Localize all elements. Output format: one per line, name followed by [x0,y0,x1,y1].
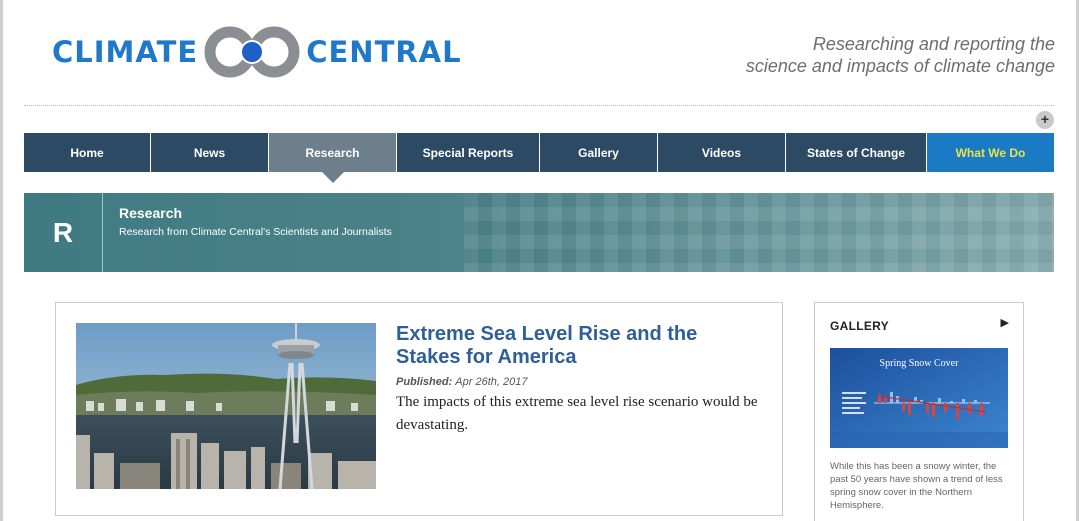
page-border-left [0,0,3,521]
gallery-caption: While this has been a snowy winter, the … [830,461,1003,511]
article-summary: The impacts of this extreme sea level ri… [396,394,758,433]
banner-pattern [464,193,1054,272]
gallery-image-title: Spring Snow Cover [880,358,960,369]
nav-item-states-of-change[interactable]: States of Change [786,133,927,172]
published-label: Published: [396,376,453,388]
nav-item-news[interactable]: News [151,133,269,172]
nav-item-what-we-do[interactable]: What We Do [927,133,1054,172]
section-title: Research [119,205,183,221]
article-thumbnail[interactable] [76,323,376,489]
nav-item-home[interactable]: Home [24,133,151,172]
gallery-thumbnail[interactable]: Spring Snow Cover [830,348,1008,448]
featured-article-card: Extreme Sea Level Rise and the Stakes fo… [55,302,783,516]
nav-item-videos[interactable]: Videos [658,133,786,172]
gallery-widget: GALLERY ▶ Spring Snow Cover While this h… [814,302,1024,521]
section-letter: R [24,193,103,272]
space-needle-image [76,323,376,489]
article-title-link[interactable]: Extreme Sea Level Rise and the Stakes fo… [396,323,756,369]
gallery-next-arrow-icon[interactable]: ▶ [1001,316,1009,329]
logo-rings-icon [204,26,300,78]
gallery-heading: GALLERY [830,319,889,333]
site-logo[interactable]: CLIMATE CENTRAL [52,26,462,78]
section-subtitle: Research from Climate Central's Scientis… [119,226,392,238]
tagline-line-2: science and impacts of climate change [745,56,1055,76]
snow-cover-chart-image: Spring Snow Cover [830,348,1008,448]
published-date: Apr 26th, 2017 [455,376,528,388]
nav-item-special-reports[interactable]: Special Reports [397,133,540,172]
article-meta: Published: Apr 26th, 2017 [396,376,527,388]
header-divider [24,105,1054,106]
tagline-line-1: Researching and reporting the [812,34,1055,54]
nav-item-research[interactable]: Research [269,133,397,183]
logo-word-climate: CLIMATE [52,35,199,69]
site-tagline: Researching and reporting the science an… [746,33,1055,77]
main-nav: Home News Research Special Reports Galle… [24,133,1054,183]
section-banner: R Research Research from Climate Central… [24,193,1054,272]
nav-item-gallery[interactable]: Gallery [540,133,658,172]
expand-plus-button[interactable]: + [1036,111,1054,129]
logo-word-central: CENTRAL [306,35,462,69]
